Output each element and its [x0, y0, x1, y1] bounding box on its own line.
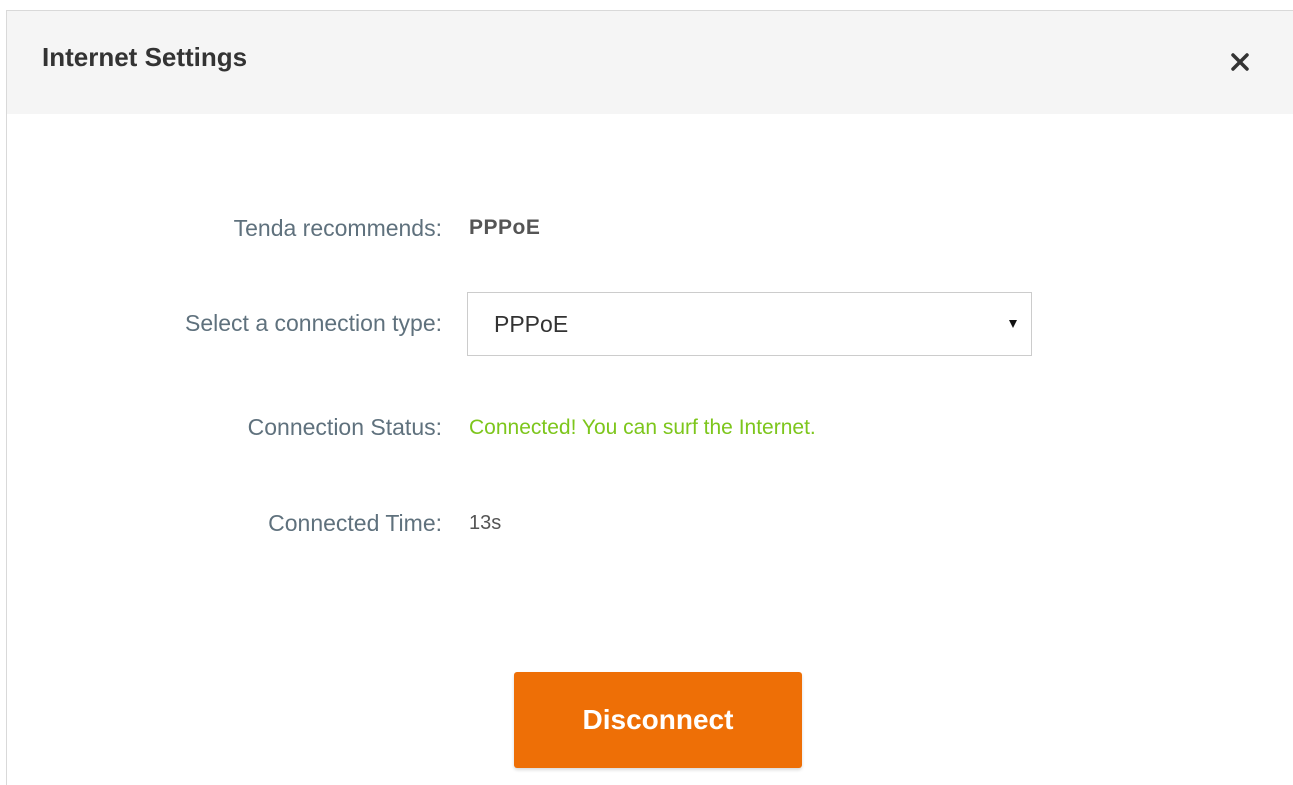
connected-time-label: Connected Time:: [268, 510, 442, 536]
connection-status-label: Connection Status:: [247, 414, 442, 440]
close-icon: [1231, 53, 1249, 71]
recommend-value: PPPoE: [469, 216, 541, 239]
connection-status-value: Connected! You can surf the Internet.: [469, 416, 816, 439]
dialog-title: Internet Settings: [42, 42, 248, 72]
dropdown-arrow-icon: [1009, 320, 1017, 328]
disconnect-button[interactable]: Disconnect: [514, 672, 802, 768]
connection-type-select[interactable]: PPPoE: [467, 292, 1032, 356]
connection-type-selected-value: PPPoE: [494, 311, 569, 337]
close-button[interactable]: [1223, 45, 1257, 79]
connection-type-label: Select a connection type:: [185, 310, 442, 336]
dialog-header: Internet Settings: [7, 11, 1293, 114]
internet-settings-dialog: Internet Settings Tenda recommends: PPPo…: [6, 10, 1293, 785]
connected-time-value: 13s: [469, 512, 502, 534]
recommend-label: Tenda recommends:: [233, 215, 442, 241]
